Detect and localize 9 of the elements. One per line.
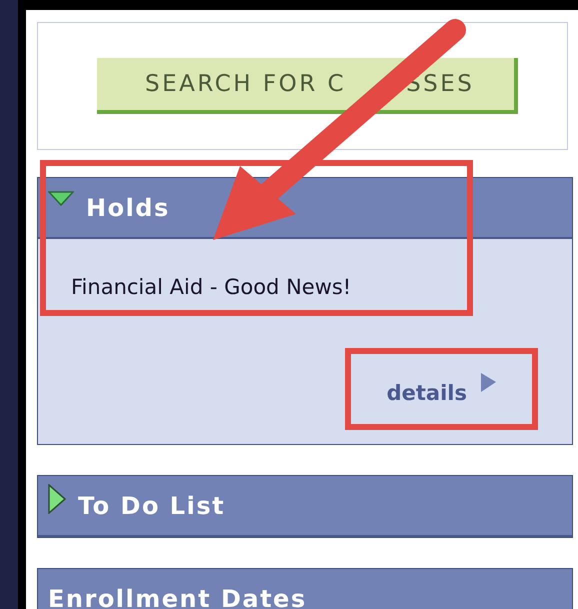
details-link[interactable]: details — [386, 381, 467, 405]
section-title: Holds — [86, 194, 170, 222]
caret-down-icon[interactable] — [48, 190, 74, 206]
section-title: Enrollment Dates — [48, 584, 307, 609]
section-header[interactable]: To Do List — [38, 476, 572, 537]
play-icon[interactable] — [481, 373, 496, 393]
caret-right-icon[interactable] — [48, 484, 66, 514]
hold-item: Financial Aid - Good News! — [71, 275, 352, 299]
section-title: To Do List — [78, 492, 226, 520]
